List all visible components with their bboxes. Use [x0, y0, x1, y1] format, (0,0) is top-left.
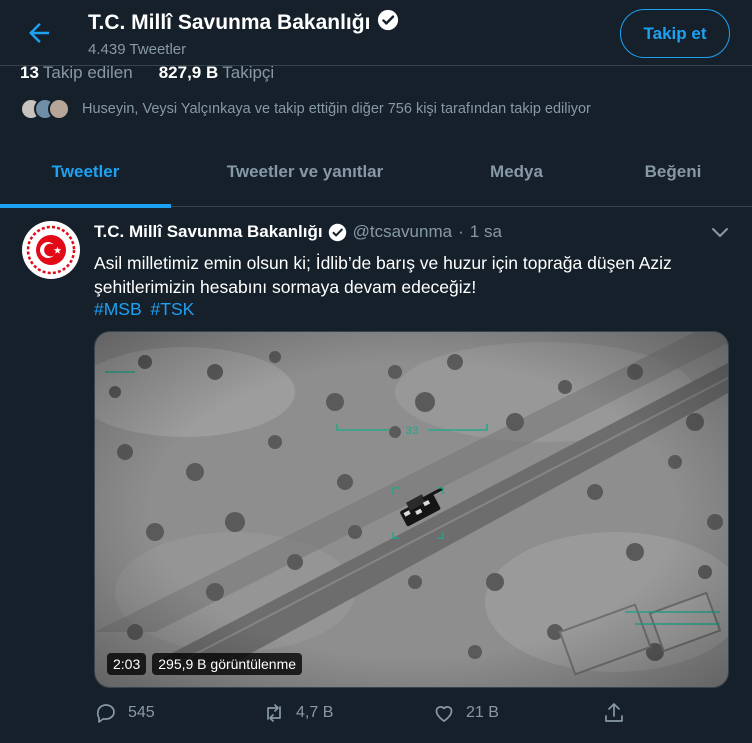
followed-by-row[interactable]: Huseyin, Veysi Yalçınkaya ve takip ettiğ…	[20, 96, 591, 122]
retweet-icon	[267, 704, 281, 722]
verified-badge-icon	[377, 9, 399, 37]
tweet-time[interactable]: 1 sa	[470, 222, 502, 242]
follow-button[interactable]: Takip et	[620, 9, 730, 58]
profile-tabs: Tweetler Tweetler ve yanıtlar Medya Beğe…	[0, 137, 752, 208]
tab-likes[interactable]: Beğeni	[594, 137, 752, 207]
profile-name-heading: T.C. Millî Savunma Bakanlığı	[88, 9, 399, 37]
tweet[interactable]: T.C. Millî Savunma Bakanlığı @tcsavunma …	[0, 208, 752, 743]
tab-tweets-and-replies[interactable]: Tweetler ve yanıtlar	[171, 137, 439, 207]
video-overlay: 2:03 295,9 B görüntülenme	[107, 653, 303, 675]
back-arrow-icon[interactable]	[24, 18, 54, 48]
followers-link[interactable]: 827,9 B Takipçi	[159, 63, 275, 83]
tab-tweets[interactable]: Tweetler	[0, 137, 171, 208]
follow-stats: 13 Takip edilen 827,9 B Takipçi	[20, 63, 274, 83]
time-separator: ·	[458, 222, 464, 241]
tweet-handle[interactable]: @tcsavunma	[353, 222, 452, 242]
video-views: 295,9 B görüntülenme	[152, 653, 303, 675]
tweet-hashtags: #MSB #TSK	[94, 299, 198, 320]
chevron-down-icon[interactable]	[708, 220, 732, 244]
tweet-actions: 545 4,7 B 21 B	[0, 701, 752, 733]
page-title: T.C. Millî Savunma Bakanlığı	[88, 11, 371, 34]
reply-button[interactable]: 545	[94, 701, 155, 725]
tweet-text: Asil milletimiz emin olsun ki; İdlib’de …	[94, 253, 672, 297]
video-duration: 2:03	[107, 653, 147, 675]
like-button[interactable]: 21 B	[432, 701, 499, 725]
reply-count: 545	[128, 704, 155, 721]
reply-icon	[96, 704, 115, 723]
retweet-button[interactable]: 4,7 B	[262, 701, 333, 725]
tweet-header: T.C. Millî Savunma Bakanlığı @tcsavunma …	[94, 222, 502, 242]
ministry-seal-icon	[23, 222, 79, 278]
retweet-count: 4,7 B	[296, 704, 334, 721]
follower-avatars	[20, 96, 76, 122]
share-button[interactable]	[602, 701, 626, 725]
profile-header: T.C. Millî Savunma Bakanlığı 4.439 Tweet…	[0, 0, 752, 66]
tab-media[interactable]: Medya	[439, 137, 594, 207]
thermal-drone-footage: 33	[95, 332, 728, 687]
like-count: 21 B	[466, 704, 499, 721]
avatar[interactable]	[22, 221, 80, 279]
hashtag-link[interactable]: #MSB	[94, 299, 142, 319]
share-icon	[605, 703, 623, 722]
video-player[interactable]: 33 2:03 295,9 B görüntülenme	[94, 331, 729, 688]
avatar	[48, 98, 70, 120]
following-link[interactable]: 13 Takip edilen	[20, 63, 133, 83]
tweet-count: 4.439 Tweetler	[88, 41, 187, 58]
tweet-author-name[interactable]: T.C. Millî Savunma Bakanlığı	[94, 222, 323, 242]
followed-by-text: Huseyin, Veysi Yalçınkaya ve takip ettiğ…	[82, 101, 591, 117]
heart-icon	[435, 706, 453, 722]
verified-badge-icon	[328, 223, 347, 242]
hashtag-link[interactable]: #TSK	[151, 299, 195, 319]
